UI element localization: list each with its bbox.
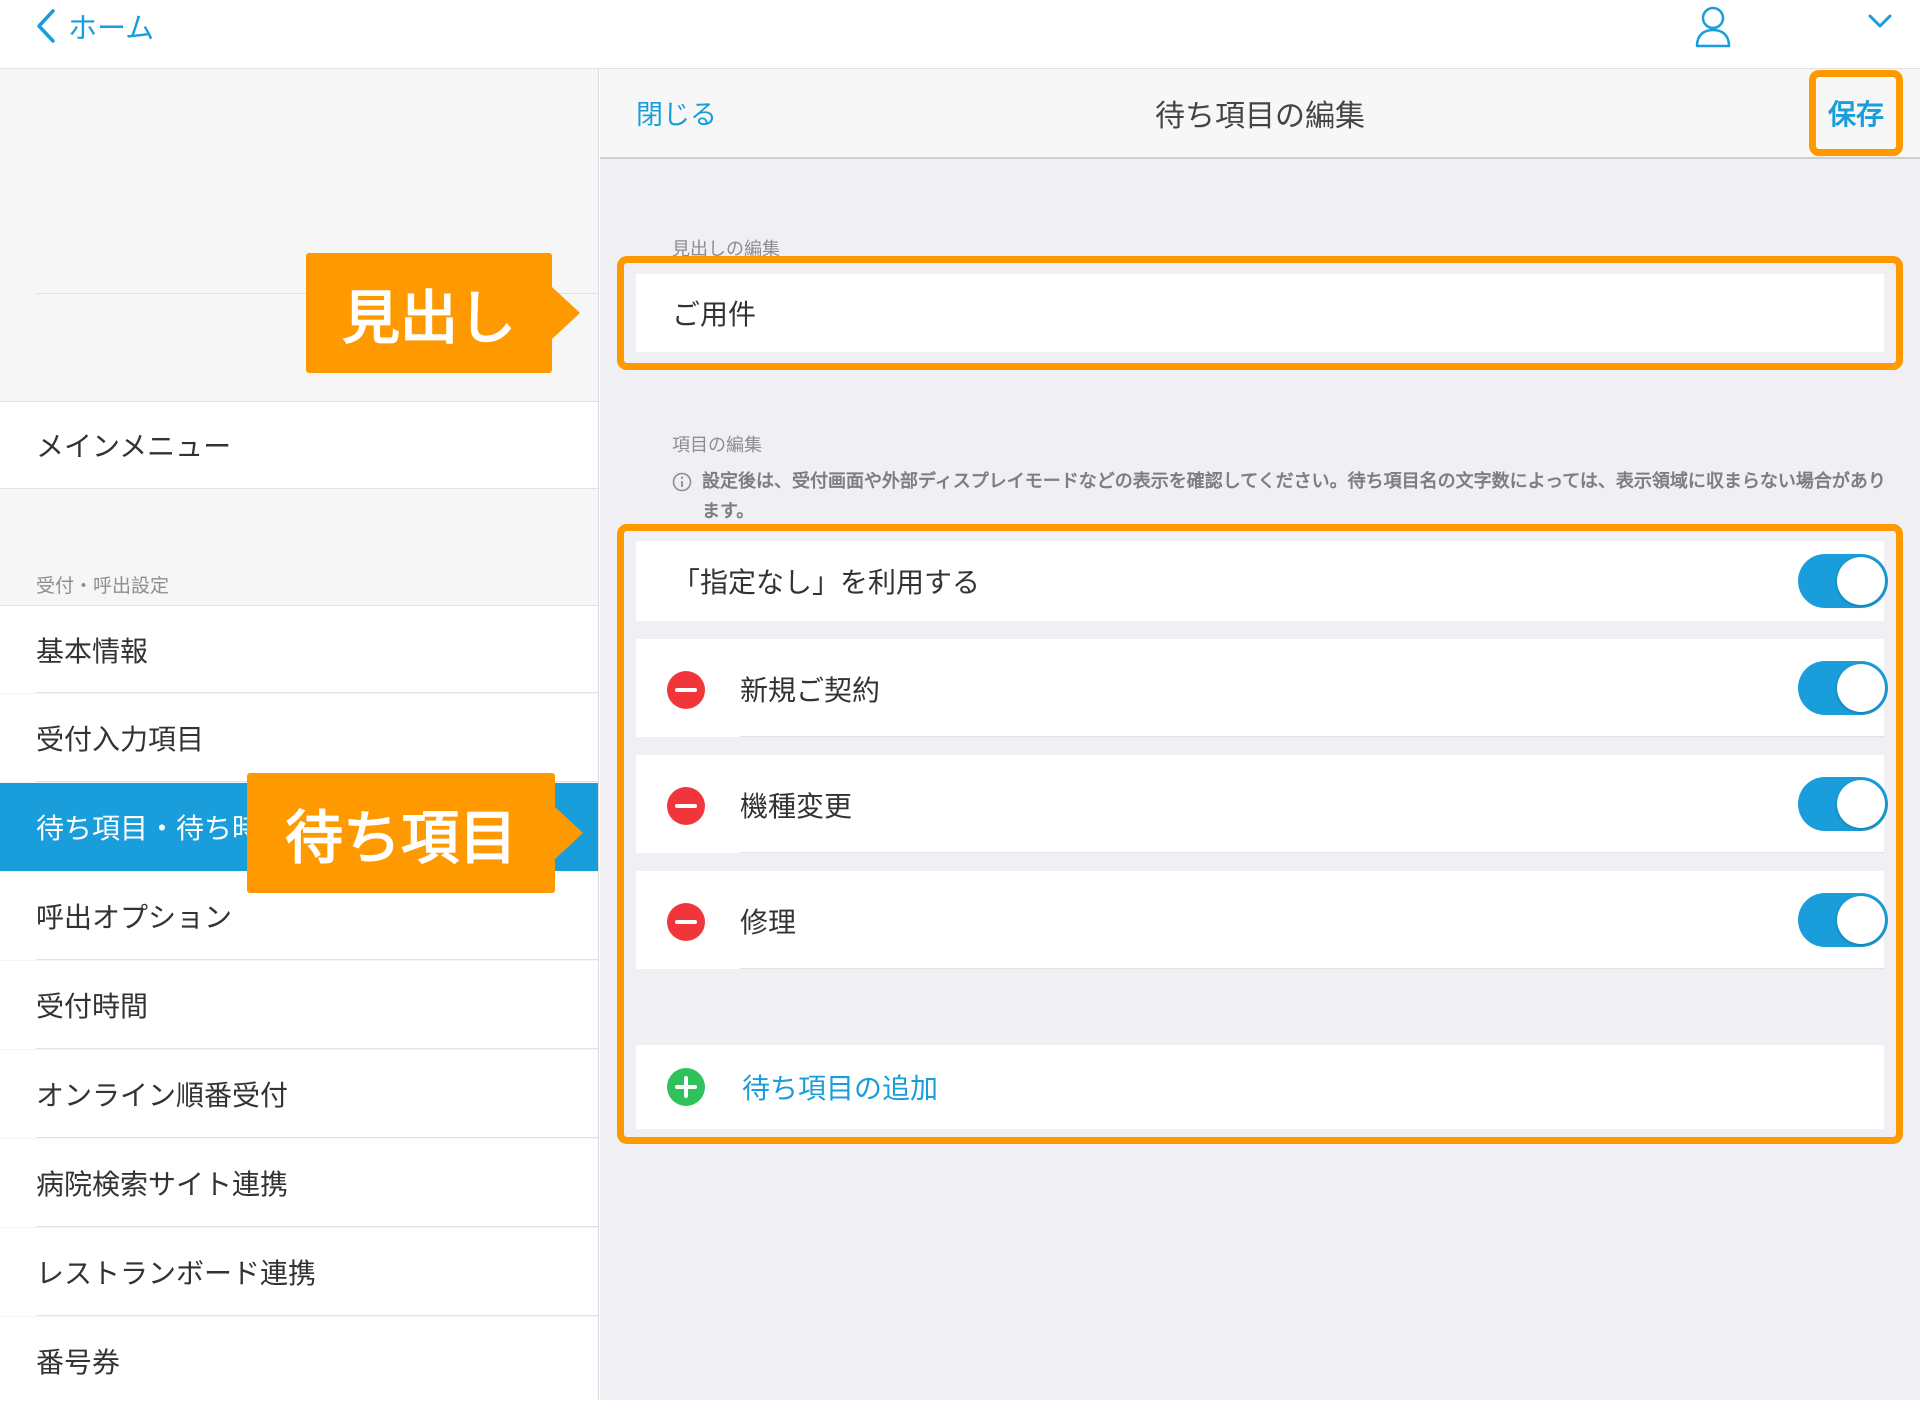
heading-section-label: 見出しの編集 [672,239,780,260]
top-bar: ホーム [0,0,1920,69]
sidebar-item-label: オンライン順番受付 [36,1079,289,1112]
user-icon[interactable] [1694,6,1732,48]
sidebar-item-basic-info[interactable]: 基本情報 [0,605,598,693]
minus-circle-icon[interactable] [666,786,706,826]
wait-item-label: 機種変更 [740,790,853,823]
sidebar-item-online-reception[interactable]: オンライン順番受付 [0,1050,598,1138]
heading-callout-label: 見出し [341,284,516,352]
sidebar-item-label: 受付時間 [36,990,149,1023]
toggle-knob [1837,896,1885,944]
wait-item-label: 修理 [740,906,797,939]
wait-item-row: 機種変更 [636,755,1888,853]
no-preference-row: 「指定なし」を利用する [636,541,1888,621]
toggle-knob [1837,664,1885,712]
wait-item-row: 修理 [636,871,1888,969]
info-note-text: 設定後は、受付画面や外部ディスプレイモードなどの表示を確認してください。待ち項目… [702,471,1886,522]
sidebar-item-label: 呼出オプション [36,901,233,934]
save-button[interactable]: 保存 [1828,93,1884,133]
plus-circle-icon[interactable] [666,1067,706,1107]
panel-nav-bar: 閉じる 待ち項目の編集 保存 [600,69,1920,159]
minus-circle-icon[interactable] [666,670,706,710]
no-preference-label: 「指定なし」を利用する [672,566,981,599]
sidebar-item-label: 基本情報 [36,634,149,668]
sidebar-item-label: レストランボード連携 [36,1257,317,1290]
no-preference-toggle[interactable] [1798,554,1888,608]
close-button[interactable]: 閉じる [636,93,717,132]
sidebar-main-menu-label: メインメニュー [36,430,232,463]
sidebar-item-label: 番号券 [36,1346,121,1379]
sidebar-section-title: 受付・呼出設定 [36,575,170,597]
chevron-down-icon[interactable] [1868,14,1892,28]
info-icon [672,472,692,492]
sidebar-item-reception-hours[interactable]: 受付時間 [0,961,598,1049]
wait-item-toggle[interactable] [1798,661,1888,715]
info-note: 設定後は、受付画面や外部ディスプレイモードなどの表示を確認してください。待ち項目… [672,467,1892,527]
chevron-left-icon [37,9,55,43]
items-callout: 待ち項目 [247,773,583,893]
items-section-label: 項目の編集 [672,435,762,456]
sidebar-main-menu[interactable]: メインメニュー [0,401,598,489]
sidebar-item-reception-fields[interactable]: 受付入力項目 [0,694,598,782]
wait-item-row: 新規ご契約 [636,639,1888,737]
edit-panel: 閉じる 待ち項目の編集 保存 見出しの編集 項目の編集 設定後は、受付画面や外部… [600,69,1920,1400]
sidebar-item-label: 受付入力項目 [36,723,205,756]
sidebar-item-label: 病院検索サイト連携 [36,1168,289,1201]
toggle-knob [1837,557,1885,605]
back-label: ホーム [68,11,155,45]
back-button[interactable]: ホーム [36,6,154,46]
add-wait-item-label[interactable]: 待ち項目の追加 [742,1067,938,1107]
toggle-knob [1837,780,1885,828]
add-wait-item-row[interactable]: 待ち項目の追加 [636,1045,1884,1129]
heading-input[interactable] [636,274,1884,352]
heading-callout: 見出し [306,253,580,373]
sidebar-item-hospital-search[interactable]: 病院検索サイト連携 [0,1139,598,1227]
minus-circle-icon[interactable] [666,902,706,942]
sidebar-item-number-ticket[interactable]: 番号券 [0,1317,598,1405]
wait-item-label: 新規ご契約 [740,674,881,707]
panel-title: 待ち項目の編集 [1155,99,1365,134]
items-callout-label: 待ち項目 [284,804,517,872]
sidebar-item-restaurant-board[interactable]: レストランボード連携 [0,1228,598,1316]
wait-item-toggle[interactable] [1798,777,1888,831]
wait-item-toggle[interactable] [1798,893,1888,947]
